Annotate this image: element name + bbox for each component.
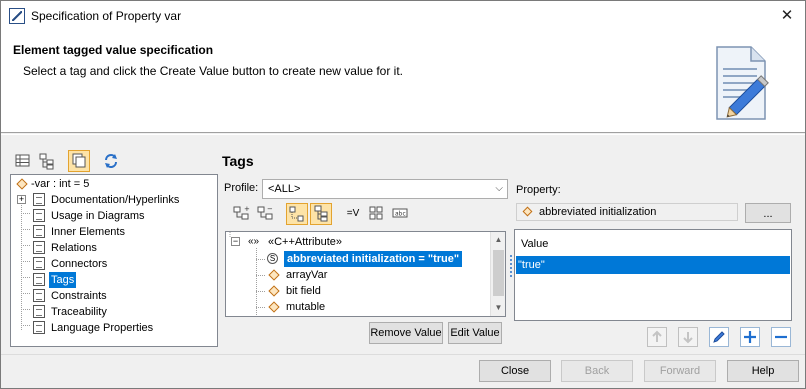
close-button[interactable]: Close bbox=[479, 360, 551, 382]
property-value: abbreviated initialization bbox=[539, 206, 657, 218]
collapse-toggle-icon[interactable]: − bbox=[231, 237, 240, 246]
document-icon bbox=[33, 305, 45, 318]
tag-tree-lines bbox=[229, 232, 266, 316]
show-values-button[interactable]: =V bbox=[343, 204, 363, 224]
tree-item-tags[interactable]: Tags bbox=[49, 272, 77, 288]
document-icon bbox=[33, 209, 45, 222]
header-title: Element tagged value specification bbox=[13, 43, 214, 57]
svg-text:−: − bbox=[267, 205, 273, 213]
edit-pencil-icon[interactable] bbox=[709, 327, 729, 347]
property-diamond-icon bbox=[522, 206, 533, 217]
move-down-icon[interactable] bbox=[678, 327, 698, 347]
refresh-icon[interactable] bbox=[102, 152, 122, 172]
tag-value-icon: S bbox=[267, 253, 278, 264]
move-up-icon[interactable] bbox=[647, 327, 667, 347]
edit-value-button[interactable]: Edit Value bbox=[448, 322, 502, 344]
tree-item-constraints[interactable]: Constraints bbox=[51, 288, 107, 304]
profile-label: Profile: bbox=[224, 182, 259, 194]
browse-property-button[interactable]: ... bbox=[745, 203, 791, 223]
dialog-footer: Close Back Forward Help bbox=[1, 354, 805, 388]
help-button[interactable]: Help bbox=[727, 360, 799, 382]
back-button[interactable]: Back bbox=[561, 360, 633, 382]
stereotype-prefix: «» bbox=[248, 236, 260, 247]
document-icon bbox=[33, 225, 45, 238]
forward-button[interactable]: Forward bbox=[644, 360, 716, 382]
window-title: Specification of Property var bbox=[31, 9, 182, 23]
tag-list-scrollbar[interactable]: ▲ ▼ bbox=[490, 232, 505, 316]
value-table[interactable]: Value "true" bbox=[514, 229, 792, 321]
tree-item-documentation[interactable]: Documentation/Hyperlinks bbox=[51, 192, 179, 208]
specification-tree[interactable]: -var : int = 5 + Documentation/Hyperlink… bbox=[10, 174, 218, 347]
scroll-up-icon[interactable]: ▲ bbox=[491, 232, 505, 248]
svg-text:+: + bbox=[244, 205, 250, 213]
tag-group-cpp-attribute[interactable]: «C++Attribute» bbox=[268, 234, 342, 250]
document-icon bbox=[33, 321, 45, 334]
tree-item-relations[interactable]: Relations bbox=[51, 240, 97, 256]
tag-item-arrayvar[interactable]: arrayVar bbox=[286, 267, 327, 283]
document-icon bbox=[33, 257, 45, 270]
tree-item-usage-in-diagrams[interactable]: Usage in Diagrams bbox=[51, 208, 145, 224]
copy-icon[interactable] bbox=[68, 150, 90, 172]
scroll-thumb[interactable] bbox=[493, 250, 504, 296]
profile-value: <ALL> bbox=[268, 183, 301, 195]
tags-title: Tags bbox=[222, 153, 254, 169]
document-icon bbox=[33, 273, 45, 286]
tag-item-abbreviated-initialization[interactable]: abbreviated initialization = "true" bbox=[282, 250, 464, 268]
profile-dropdown[interactable]: <ALL> ⌵ bbox=[262, 179, 508, 199]
document-icon bbox=[33, 193, 45, 206]
close-window-button[interactable]: ✕ bbox=[775, 5, 799, 27]
value-column-header: Value bbox=[521, 238, 549, 250]
tree-item-language-properties[interactable]: Language Properties bbox=[51, 320, 153, 336]
scroll-down-icon[interactable]: ▼ bbox=[491, 300, 505, 316]
text-field-icon[interactable]: abc bbox=[391, 204, 411, 224]
tree-root-label[interactable]: -var : int = 5 bbox=[31, 176, 89, 192]
app-icon bbox=[9, 8, 25, 24]
property-field: abbreviated initialization bbox=[516, 203, 738, 221]
remove-value-icon[interactable] bbox=[771, 327, 791, 347]
tag-item-mutable[interactable]: mutable bbox=[286, 299, 325, 315]
tree-lines bbox=[21, 205, 31, 331]
show-tags-with-values-icon[interactable] bbox=[286, 203, 308, 225]
window-titlebar: Specification of Property var ✕ bbox=[0, 0, 806, 31]
svg-text:abc: abc bbox=[395, 211, 406, 218]
document-pencil-icon bbox=[716, 46, 769, 120]
splitter-handle[interactable] bbox=[509, 255, 513, 281]
tree-item-traceability[interactable]: Traceability bbox=[51, 304, 107, 320]
document-icon bbox=[33, 289, 45, 302]
tag-item-bit-field[interactable]: bit field bbox=[286, 283, 321, 299]
add-value-icon[interactable] bbox=[740, 327, 760, 347]
grid-view-icon[interactable] bbox=[367, 204, 387, 224]
expand-toggle-icon[interactable]: + bbox=[17, 195, 26, 204]
list-view-icon[interactable] bbox=[14, 152, 34, 172]
property-diamond-icon bbox=[16, 178, 28, 190]
remove-value-button[interactable]: Remove Value bbox=[369, 322, 443, 344]
header-subtitle: Select a tag and click the Create Value … bbox=[23, 64, 403, 78]
tag-list[interactable]: − «» «C++Attribute» S abbreviated initia… bbox=[225, 231, 506, 317]
group-by-stereotype-icon[interactable] bbox=[310, 203, 332, 225]
tree-item-inner-elements[interactable]: Inner Elements bbox=[51, 224, 125, 240]
chevron-down-icon: ⌵ bbox=[495, 183, 503, 194]
value-row[interactable]: "true" bbox=[516, 256, 790, 274]
collapse-all-icon[interactable]: − bbox=[256, 204, 276, 224]
property-label: Property: bbox=[516, 184, 561, 196]
tree-view-icon[interactable] bbox=[38, 152, 58, 172]
expand-all-icon[interactable]: + bbox=[232, 204, 252, 224]
header-panel: Element tagged value specification Selec… bbox=[1, 31, 805, 133]
tree-item-connectors[interactable]: Connectors bbox=[51, 256, 107, 272]
document-icon bbox=[33, 241, 45, 254]
